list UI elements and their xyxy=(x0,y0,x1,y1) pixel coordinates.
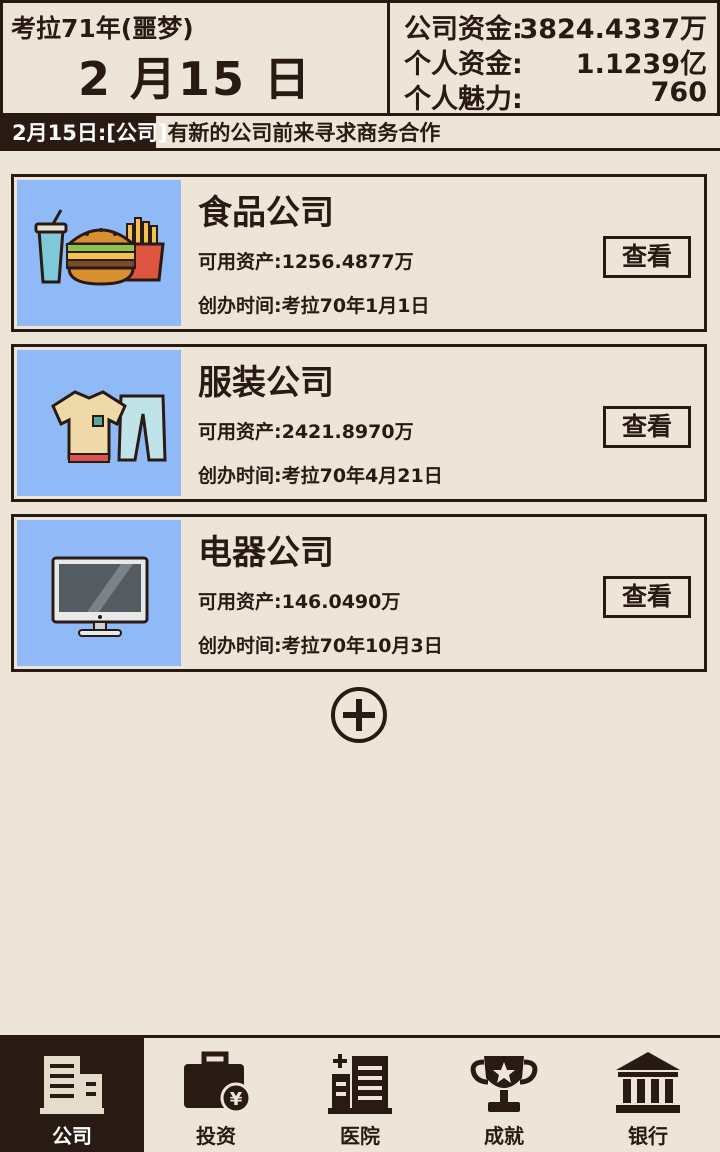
tab-bank[interactable]: 银行 xyxy=(576,1038,720,1152)
company-assets: 可用资产:146.0490万 xyxy=(198,591,401,613)
personal-funds-label: 个人资金: xyxy=(404,49,523,80)
bank-icon xyxy=(616,1052,680,1113)
personal-funds-value: 1.1239亿 xyxy=(575,49,707,80)
company-founded: 创办时间:考拉70年4月21日 xyxy=(198,465,443,487)
ticker-category: [公司] xyxy=(106,121,168,145)
company-assets: 可用资产:2421.8970万 xyxy=(198,421,414,443)
company-funds-row: 公司资金: 3824.4337万 xyxy=(404,7,707,45)
monitor-icon xyxy=(51,556,149,637)
tab-investment[interactable]: ¥ 投资 xyxy=(144,1038,288,1152)
tab-company[interactable]: 公司 xyxy=(0,1038,144,1152)
charm-label: 个人魅力: xyxy=(404,84,523,115)
tab-label: 成就 xyxy=(484,1124,524,1148)
ticker-message: 有新的公司前来寻求商务合作 xyxy=(167,121,441,145)
company-funds-label: 公司资金: xyxy=(404,14,523,45)
tab-label: 投资 xyxy=(196,1124,236,1148)
ticker-text: 2月15日:[公司]有新的公司前来寻求商务合作 xyxy=(12,116,441,148)
company-thumb xyxy=(17,180,181,326)
date-panel: 考拉71年(噩梦) 2 月15 日 xyxy=(0,0,390,113)
company-name: 电器公司 xyxy=(198,533,334,573)
food-icon xyxy=(34,209,165,286)
plus-circle-icon[interactable] xyxy=(330,686,388,744)
header: 考拉71年(噩梦) 2 月15 日 公司资金: 3824.4337万 个人资金:… xyxy=(0,0,720,116)
tab-hospital[interactable]: 医院 xyxy=(288,1038,432,1152)
era-label: 考拉71年(噩梦) xyxy=(11,14,194,43)
company-name: 食品公司 xyxy=(198,193,334,233)
tab-label: 银行 xyxy=(628,1124,668,1148)
charm-value: 760 xyxy=(650,77,707,108)
news-ticker: 2月15日:[公司]有新的公司前来寻求商务合作 xyxy=(0,116,720,151)
company-thumb xyxy=(17,520,181,666)
company-founded: 创办时间:考拉70年10月3日 xyxy=(198,635,443,657)
company-thumb xyxy=(17,350,181,496)
charm-row: 个人魅力: 760 xyxy=(404,77,707,115)
svg-text:¥: ¥ xyxy=(230,1089,243,1110)
company-card-clothing[interactable]: 服装公司 可用资产:2421.8970万 创办时间:考拉70年4月21日 查看 xyxy=(11,344,707,502)
company-card-electronics[interactable]: 电器公司 可用资产:146.0490万 创办时间:考拉70年10月3日 查看 xyxy=(11,514,707,672)
current-date: 2 月15 日 xyxy=(77,52,313,106)
company-card-food[interactable]: 食品公司 可用资产:1256.4877万 创办时间:考拉70年1月1日 查看 xyxy=(11,174,707,332)
tab-achievement[interactable]: 成就 xyxy=(432,1038,576,1152)
personal-funds-row: 个人资金: 1.1239亿 xyxy=(404,42,707,80)
tab-label: 公司 xyxy=(52,1124,92,1148)
company-name: 服装公司 xyxy=(198,363,334,403)
company-founded: 创办时间:考拉70年1月1日 xyxy=(198,295,430,317)
bottom-tab-bar: 公司 ¥ 投资 医院 成就 银行 xyxy=(0,1035,720,1152)
building-icon xyxy=(40,1056,104,1114)
view-button[interactable]: 查看 xyxy=(603,406,691,448)
view-button[interactable]: 查看 xyxy=(603,576,691,618)
tab-label: 医院 xyxy=(340,1124,380,1148)
stats-panel: 公司资金: 3824.4337万 个人资金: 1.1239亿 个人魅力: 760 xyxy=(390,0,720,115)
company-assets: 可用资产:1256.4877万 xyxy=(198,251,414,273)
ticker-date: 2月15日: xyxy=(12,121,107,145)
hospital-icon xyxy=(328,1054,392,1114)
briefcase-icon: ¥ xyxy=(184,1051,252,1114)
view-button[interactable]: 查看 xyxy=(603,236,691,278)
clothing-icon xyxy=(51,390,167,463)
company-funds-value: 3824.4337万 xyxy=(519,14,707,45)
trophy-icon xyxy=(470,1056,538,1112)
